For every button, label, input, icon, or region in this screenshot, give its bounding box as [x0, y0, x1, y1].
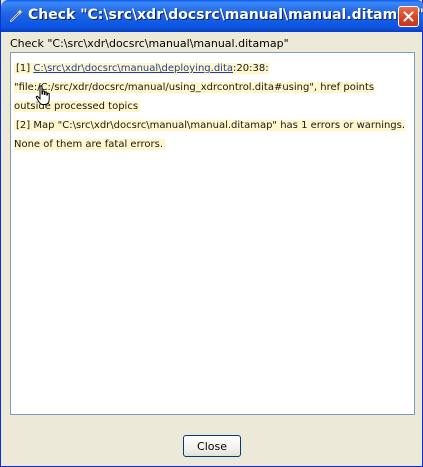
message-item: [1] C:\src\xdr\docsrc\manual\deploying.d… — [14, 56, 412, 113]
message-file-link[interactable]: C:\src\xdr\docsrc\manual\deploying.dita — [33, 63, 233, 74]
message-text: [1] C:\src\xdr\docsrc\manual\deploying.d… — [14, 63, 375, 112]
message-prefix: [1] — [16, 63, 34, 74]
message-text: [2] Map "C:\src\xdr\docsrc\manual\manual… — [14, 120, 406, 150]
message-item: [2] Map "C:\src\xdr\docsrc\manual\manual… — [14, 113, 412, 151]
dialog-caption: Check "C:\src\xdr\docsrc\manual\manual.d… — [10, 37, 289, 50]
window-title: Check "C:\src\xdr\docsrc\manual\manual.d… — [28, 7, 423, 23]
close-button[interactable]: Close — [183, 435, 241, 457]
message-list[interactable]: [1] C:\src\xdr\docsrc\manual\deploying.d… — [10, 52, 415, 415]
wand-icon — [8, 8, 24, 24]
close-icon — [403, 11, 414, 22]
title-bar[interactable]: Check "C:\src\xdr\docsrc\manual\manual.d… — [1, 0, 423, 32]
window-close-button[interactable] — [398, 6, 419, 27]
check-dialog: Check "C:\src\xdr\docsrc\manual\manual.d… — [0, 0, 423, 467]
